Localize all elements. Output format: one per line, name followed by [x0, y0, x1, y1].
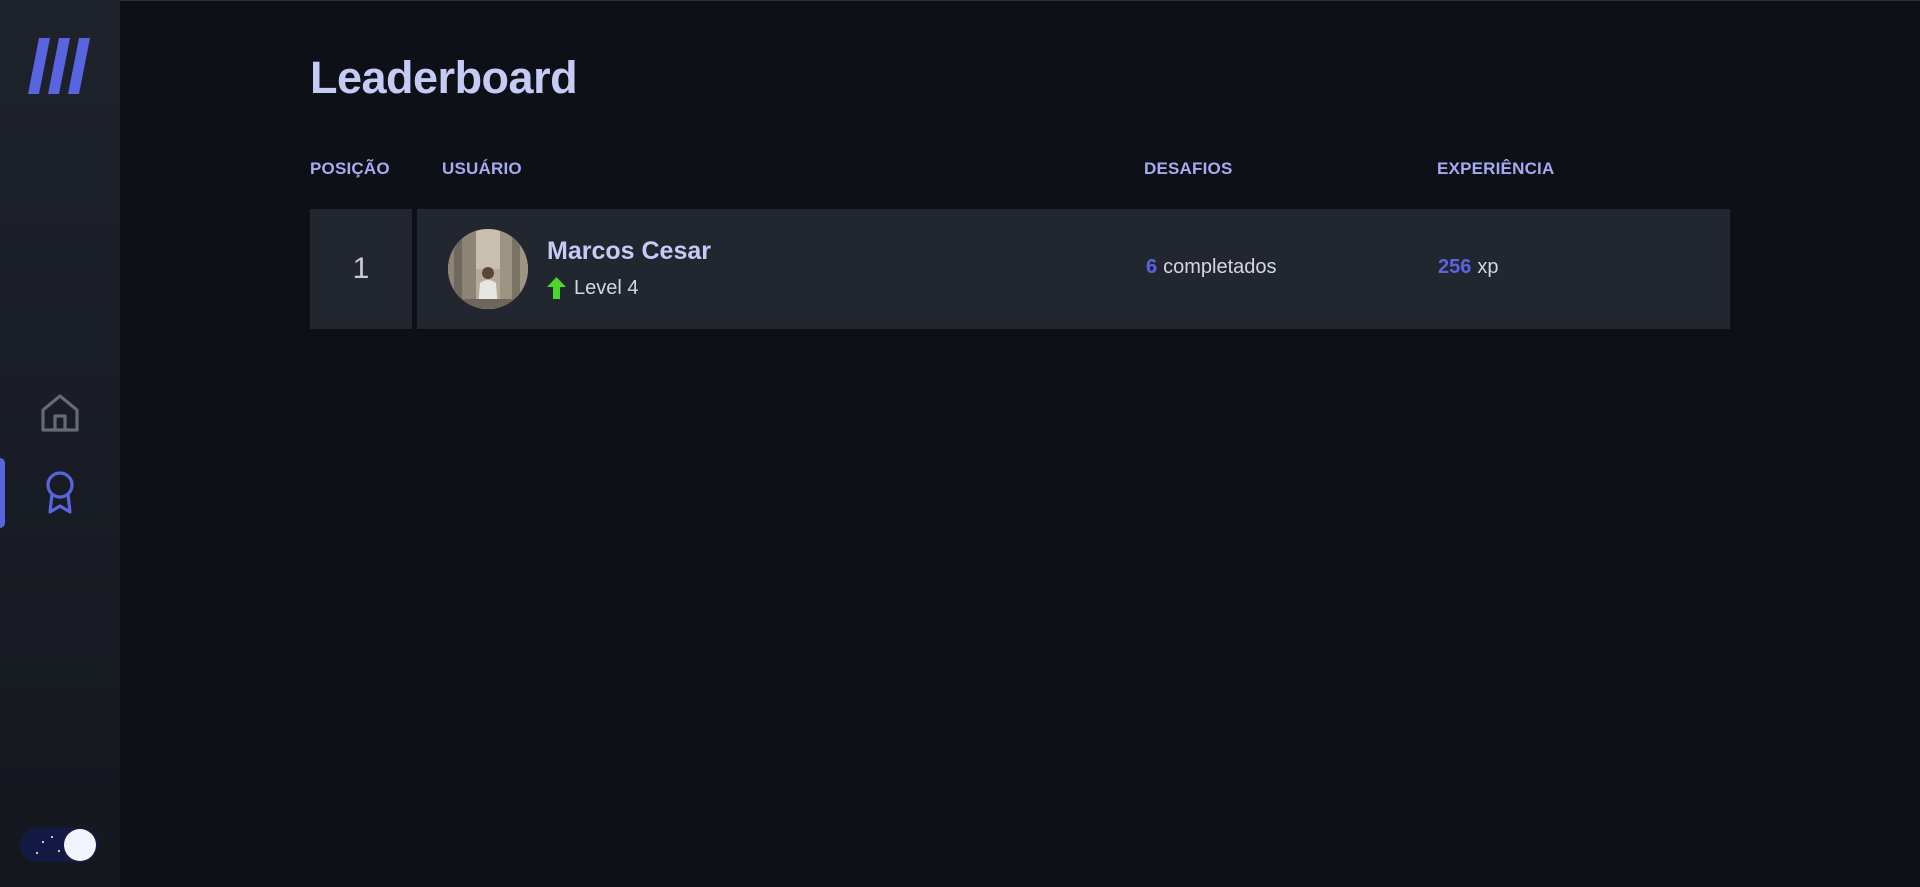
column-header-user: USUÁRIO	[442, 159, 522, 178]
experience-points: 256 xp	[1438, 256, 1499, 279]
user-info-cell: Marcos Cesar Level 4	[417, 209, 1730, 329]
sidebar	[0, 0, 120, 887]
level-label: Level 4	[574, 276, 639, 299]
xp-label: xp	[1477, 256, 1499, 278]
challenges-count: 6	[1146, 256, 1158, 278]
column-header-challenges: DESAFIOS	[1144, 159, 1233, 178]
leaderboard-row: 1 Marcos Cesar Level 4 6 completados 256…	[310, 209, 1730, 329]
column-header-experience: EXPERIÊNCIA	[1437, 159, 1555, 178]
challenges-completed: 6 completados	[1146, 256, 1277, 279]
award-icon	[46, 471, 74, 514]
star-dot	[51, 836, 53, 838]
user-level: Level 4	[547, 276, 639, 300]
top-border	[0, 0, 1920, 1]
sidebar-item-home[interactable]	[37, 390, 83, 436]
sidebar-item-leaderboard[interactable]	[37, 469, 83, 515]
star-dot	[58, 850, 60, 852]
column-header-position: POSIÇÃO	[310, 159, 390, 178]
active-nav-indicator	[0, 458, 5, 528]
xp-count: 256	[1438, 256, 1472, 278]
star-dot	[36, 852, 38, 854]
position-cell: 1	[310, 209, 412, 329]
home-icon	[41, 394, 79, 432]
level-up-arrow-icon	[547, 277, 566, 299]
challenges-label: completados	[1163, 256, 1277, 278]
avatar	[448, 229, 528, 309]
moon-icon	[64, 829, 96, 861]
logo-icon	[28, 38, 90, 94]
theme-toggle[interactable]	[20, 828, 98, 862]
user-name: Marcos Cesar	[547, 237, 711, 265]
page-title: Leaderboard	[310, 52, 578, 103]
star-dot	[42, 841, 44, 843]
